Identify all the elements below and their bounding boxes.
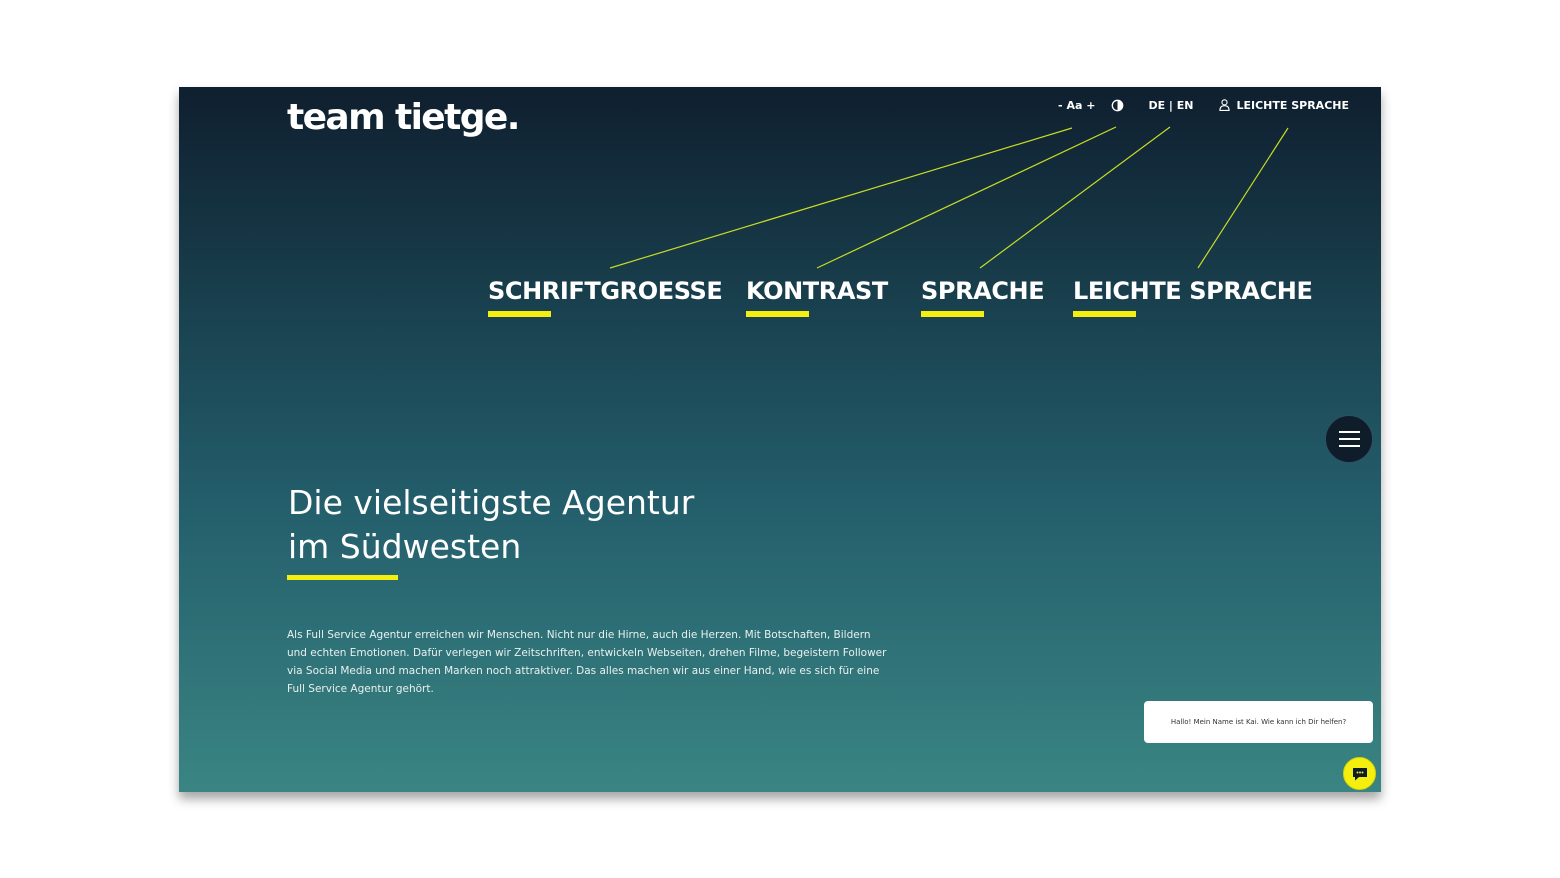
hero-headline-line2: im Südwesten <box>288 527 522 566</box>
leader-line-contrast <box>816 126 1117 269</box>
hero-headline: Die vielseitigste Agentur im Südwesten <box>288 481 848 569</box>
hamburger-menu-icon[interactable] <box>1325 415 1373 463</box>
hero-headline-line1: Die vielseitigste Agentur <box>288 483 695 522</box>
leader-line-easy-language <box>1197 127 1289 269</box>
website-screenshot: team tietge. - Aa + DE | EN LEICHTE SPRA… <box>179 87 1381 792</box>
chat-greeting-bubble[interactable]: Hallo! Mein Name ist Kai. Wie kann ich D… <box>1144 701 1373 743</box>
headline-underline <box>287 575 398 580</box>
chat-icon[interactable] <box>1343 757 1376 790</box>
leader-line-font-size <box>609 127 1073 269</box>
callout-language: SPRACHE <box>921 277 1045 317</box>
callout-easy-language: LEICHTE SPRACHE <box>1073 277 1313 317</box>
hero-intro-text: Als Full Service Agentur erreichen wir M… <box>287 629 887 695</box>
callout-contrast: KONTRAST <box>746 277 888 317</box>
leader-line-language <box>979 126 1171 269</box>
callout-font-size: SCHRIFTGROESSE <box>488 277 723 317</box>
